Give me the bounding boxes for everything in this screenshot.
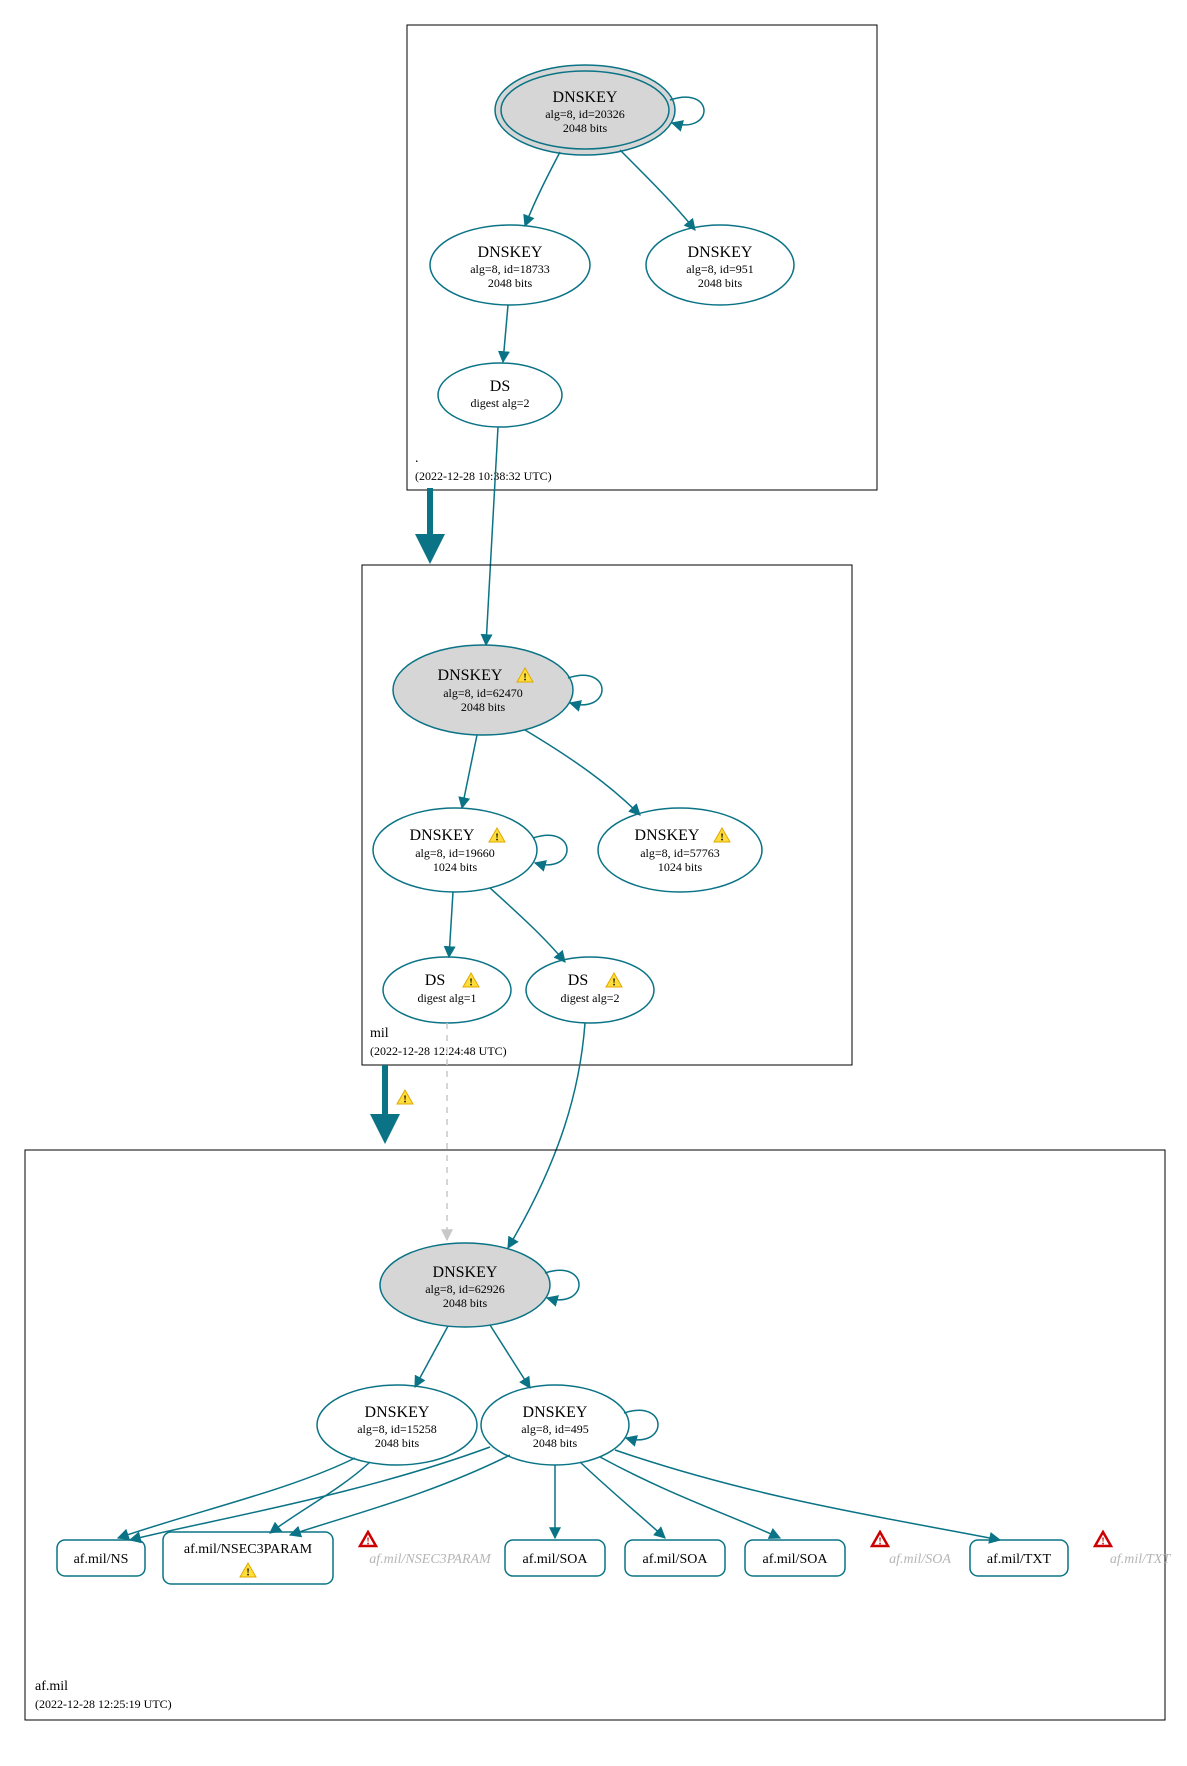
svg-text:af.mil/SOA: af.mil/SOA [763,1552,829,1567]
edge-rootksk-zsk2 [620,150,695,230]
svg-text:alg=8, id=62926: alg=8, id=62926 [425,1282,505,1296]
node-af-ksk: DNSKEY alg=8, id=62926 2048 bits [380,1243,550,1327]
svg-text:2048 bits: 2048 bits [488,276,533,290]
svg-text:2048 bits: 2048 bits [443,1296,488,1310]
edge-zsk2-ns [130,1447,490,1540]
svg-text:DNSKEY: DNSKEY [438,667,503,684]
svg-text:alg=8, id=951: alg=8, id=951 [686,262,754,276]
svg-text:af.mil/SOA: af.mil/SOA [643,1552,709,1567]
node-root-zsk2: DNSKEY alg=8, id=951 2048 bits [646,225,794,305]
zone-mil-name: mil [370,1026,389,1041]
node-mil-ds2: DS digest alg=2 [526,957,654,1023]
error-icon [1095,1532,1111,1548]
svg-text:2048 bits: 2048 bits [375,1436,420,1450]
edge-rootksk-zsk1 [525,152,560,226]
svg-text:alg=8, id=57763: alg=8, id=57763 [640,846,720,860]
zone-root-ts: (2022-12-28 10:38:32 UTC) [415,469,552,483]
zone-root-name: . [415,451,419,466]
edge-zsk2-soa2 [580,1462,665,1538]
node-root-zsk1: DNSKEY alg=8, id=18733 2048 bits [430,225,590,305]
svg-text:DNSKEY: DNSKEY [553,89,618,106]
svg-text:af.mil/TXT: af.mil/TXT [987,1552,1052,1567]
svg-text:DNSKEY: DNSKEY [635,827,700,844]
edge-milzsk1-ds2 [490,888,565,962]
node-mil-zsk1: DNSKEY alg=8, id=19660 1024 bits [373,808,537,892]
svg-text:DNSKEY: DNSKEY [433,1264,498,1281]
svg-text:DS: DS [425,972,445,989]
svg-text:DS: DS [568,972,588,989]
dnssec-auth-graph: ! ! . (2022-12-28 10:38:32 UTC) DNSKEY a… [0,0,1187,1766]
svg-text:alg=8, id=15258: alg=8, id=15258 [357,1422,437,1436]
svg-text:digest alg=1: digest alg=1 [417,991,476,1005]
edge-milksk-zsk2 [525,730,640,815]
rr-af-soa-3: af.mil/SOA [745,1540,845,1576]
rr-af-ns: af.mil/NS [57,1540,145,1576]
error-icon [872,1532,888,1548]
node-mil-ds1: DS digest alg=1 [383,957,511,1023]
edge-zsk2-soa3 [600,1457,780,1538]
svg-text:af.mil/SOA: af.mil/SOA [523,1552,589,1567]
rr-af-nsec3param: af.mil/NSEC3PARAM [163,1532,333,1584]
edge-milksk-zsk1 [462,735,477,808]
svg-text:af.mil/NSEC3PARAM: af.mil/NSEC3PARAM [184,1542,313,1557]
edge-milzsk1-ds1 [449,892,453,957]
node-mil-zsk2: DNSKEY alg=8, id=57763 1024 bits [598,808,762,892]
svg-text:digest alg=2: digest alg=2 [470,396,529,410]
svg-text:DS: DS [490,378,510,395]
svg-text:DNSKEY: DNSKEY [688,244,753,261]
edge-ds2-afksk [508,1023,585,1248]
svg-text:af.mil/NS: af.mil/NS [74,1552,129,1567]
svg-text:DNSKEY: DNSKEY [410,827,475,844]
svg-text:2048 bits: 2048 bits [563,121,608,135]
node-root-ksk: DNSKEY alg=8, id=20326 2048 bits [495,65,675,155]
svg-text:1024 bits: 1024 bits [658,860,703,874]
edge-rootds-milksk [486,427,498,645]
edge-zsk2-n3p [290,1455,510,1535]
node-af-zsk2: DNSKEY alg=8, id=495 2048 bits [481,1385,629,1465]
rr-af-soa-1: af.mil/SOA [505,1540,605,1576]
node-af-zsk1: DNSKEY alg=8, id=15258 2048 bits [317,1385,477,1465]
zone-afmil-ts: (2022-12-28 12:25:19 UTC) [35,1697,172,1711]
svg-text:alg=8, id=62470: alg=8, id=62470 [443,686,523,700]
zone-afmil-name: af.mil [35,1679,68,1694]
svg-text:alg=8, id=18733: alg=8, id=18733 [470,262,550,276]
svg-text:DNSKEY: DNSKEY [365,1404,430,1421]
rr-txt-faded: af.mil/TXT [1110,1552,1172,1567]
rr-soa-faded: af.mil/SOA [889,1552,951,1567]
zone-mil-ts: (2022-12-28 12:24:48 UTC) [370,1044,507,1058]
svg-text:alg=8, id=495: alg=8, id=495 [521,1422,589,1436]
edge-afksk-zsk2 [490,1325,530,1388]
svg-text:DNSKEY: DNSKEY [478,244,543,261]
rr-nsec3param-faded: af.mil/NSEC3PARAM [369,1552,492,1567]
svg-text:2048 bits: 2048 bits [698,276,743,290]
error-icon [360,1532,376,1548]
svg-text:2048 bits: 2048 bits [533,1436,578,1450]
svg-text:digest alg=2: digest alg=2 [560,991,619,1005]
svg-text:alg=8, id=19660: alg=8, id=19660 [415,846,495,860]
edge-milzsk1-self [533,835,567,865]
node-root-ds: DS digest alg=2 [438,363,562,427]
edge-zsk2-txt [615,1450,1000,1540]
svg-text:alg=8, id=20326: alg=8, id=20326 [545,107,625,121]
rr-af-soa-2: af.mil/SOA [625,1540,725,1576]
rr-af-txt: af.mil/TXT [970,1540,1068,1576]
svg-text:1024 bits: 1024 bits [433,860,478,874]
edge-rootzsk1-ds [503,305,508,362]
svg-text:2048 bits: 2048 bits [461,700,506,714]
edge-afksk-zsk1 [415,1326,448,1387]
node-mil-ksk: DNSKEY alg=8, id=62470 2048 bits [393,645,573,735]
warning-icon [397,1090,413,1106]
svg-text:DNSKEY: DNSKEY [523,1404,588,1421]
